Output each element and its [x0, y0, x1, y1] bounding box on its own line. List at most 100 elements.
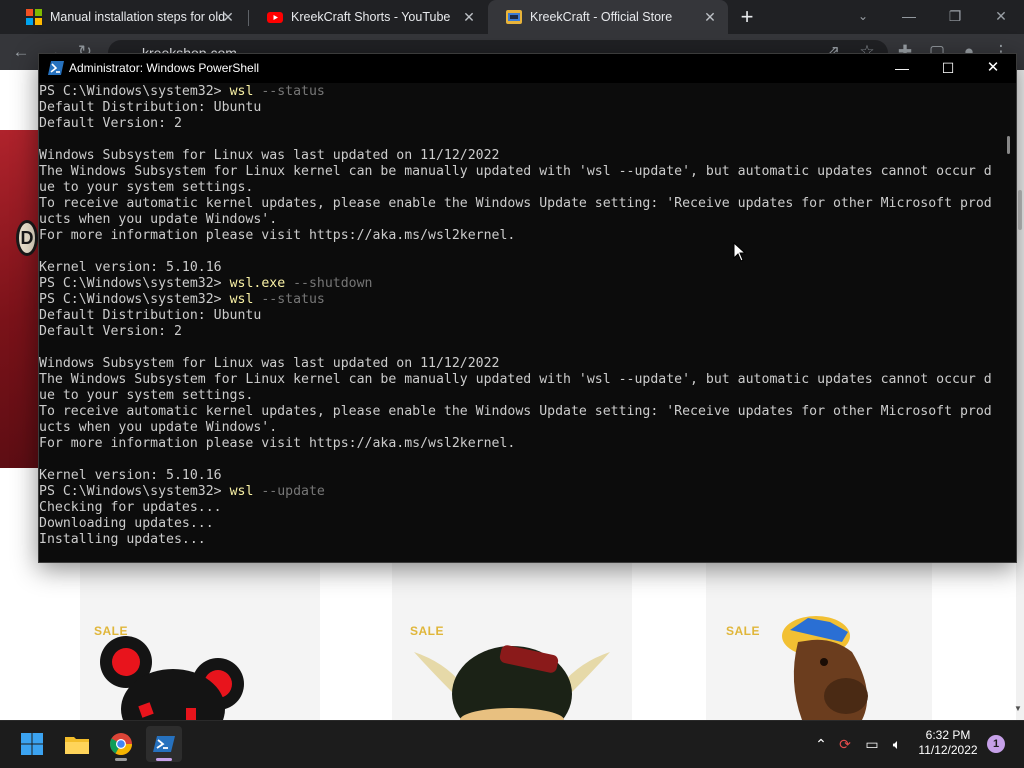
close-window-icon[interactable]: ✕: [970, 54, 1016, 83]
powershell-window-title: Administrator: Windows PowerShell: [69, 61, 260, 75]
terminal-line: ue to your system settings.: [39, 180, 254, 195]
sale-badge: SALE: [410, 624, 445, 638]
minimize-icon[interactable]: —: [879, 54, 925, 83]
product-grid: [0, 562, 1016, 720]
terminal-line: Kernel version: 5.10.16: [39, 260, 222, 275]
hat-viking-beanie-image: [414, 645, 610, 720]
terminal-command: wsl: [229, 484, 254, 499]
horse-mask-image: [782, 616, 868, 720]
mouse-cursor-icon: [733, 242, 747, 262]
terminal-line: PS C:\Windows\system32> wsl --status: [39, 292, 992, 308]
terminal-prompt: PS C:\Windows\system32>: [39, 484, 230, 499]
terminal-line: ucts when you update Windows'.: [39, 212, 278, 227]
powershell-taskbar-button[interactable]: [146, 726, 182, 762]
terminal-line: Checking for updates...: [39, 500, 222, 515]
minimize-icon[interactable]: —: [886, 0, 932, 34]
file-explorer-icon: [65, 737, 89, 754]
terminal-line: To receive automatic kernel updates, ple…: [39, 404, 992, 419]
tab-youtube[interactable]: KreekCraft Shorts - YouTube ✕: [249, 0, 487, 34]
terminal-line: Downloading updates...: [39, 516, 214, 531]
powershell-icon: [48, 61, 64, 75]
terminal-prompt: PS C:\Windows\system32>: [39, 276, 230, 291]
back-icon[interactable]: ←: [10, 41, 32, 63]
terminal-prompt: PS C:\Windows\system32>: [39, 84, 230, 99]
terminal-line: PS C:\Windows\system32> wsl.exe --shutdo…: [39, 276, 992, 292]
restore-icon[interactable]: ❐: [932, 0, 978, 34]
chrome-running-indicator: [115, 758, 127, 761]
product-card[interactable]: [706, 562, 932, 720]
terminal-line: Windows Subsystem for Linux was last upd…: [39, 148, 500, 163]
page-scrollbar-thumb[interactable]: [1018, 190, 1022, 230]
sync-icon[interactable]: ⟳: [835, 734, 855, 754]
start-button[interactable]: [14, 726, 50, 762]
close-window-icon[interactable]: ✕: [978, 0, 1024, 34]
terminal-command: wsl: [229, 84, 254, 99]
powershell-window[interactable]: Administrator: Windows PowerShell — ☐ ✕ …: [38, 53, 1017, 563]
network-icon[interactable]: ▭: [862, 734, 882, 754]
store-logo: D: [16, 220, 38, 256]
terminal-argument: --shutdown: [285, 276, 373, 291]
terminal-scrollbar[interactable]: [1000, 83, 1016, 562]
powershell-title-bar[interactable]: Administrator: Windows PowerShell — ☐ ✕: [39, 54, 1016, 83]
close-tab-icon[interactable]: ✕: [461, 9, 477, 25]
terminal-line: Default Version: 2: [39, 116, 182, 131]
terminal-line: Default Distribution: Ubuntu: [39, 308, 262, 323]
clock-time: 6:32 PM: [925, 728, 971, 742]
kreekcraft-icon: [506, 9, 522, 25]
youtube-icon: [267, 9, 283, 25]
terminal-command: wsl: [229, 292, 254, 307]
tab-label: Manual installation steps for olde: [50, 10, 225, 24]
chevron-up-icon[interactable]: ⌃: [811, 734, 831, 754]
terminal-line: Default Distribution: Ubuntu: [39, 100, 262, 115]
file-explorer-button[interactable]: [59, 726, 95, 762]
terminal-line: The Windows Subsystem for Linux kernel c…: [39, 372, 992, 387]
terminal-argument: --status: [253, 292, 325, 307]
tab-label: KreekCraft Shorts - YouTube: [291, 10, 451, 24]
tab-manual-installation[interactable]: Manual installation steps for olde ✕: [8, 0, 246, 34]
chrome-button[interactable]: [103, 726, 139, 762]
terminal-scrollbar-thumb[interactable]: [1007, 136, 1010, 154]
store-hero-banner: [0, 130, 40, 468]
close-tab-icon[interactable]: ✕: [220, 9, 236, 25]
tab-kreekcraft-store[interactable]: KreekCraft - Official Store ✕: [488, 0, 728, 34]
terminal-output[interactable]: PS C:\Windows\system32> wsl --status Defa…: [39, 83, 1000, 562]
terminal-line: PS C:\Windows\system32> wsl --update: [39, 484, 992, 500]
tab-label: KreekCraft - Official Store: [530, 10, 673, 24]
taskbar-clock[interactable]: 6:32 PM 11/12/2022: [912, 728, 984, 758]
microsoft-icon: [26, 9, 42, 25]
terminal-line: ue to your system settings.: [39, 388, 254, 403]
terminal-line: For more information please visit https:…: [39, 228, 516, 243]
product-card[interactable]: [80, 562, 320, 720]
new-tab-icon[interactable]: +: [736, 6, 758, 28]
terminal-line: ucts when you update Windows'.: [39, 420, 278, 435]
notification-badge[interactable]: 1: [987, 735, 1005, 753]
powershell-icon: [153, 736, 175, 752]
terminal-command: wsl.exe: [229, 276, 286, 291]
terminal-line: For more information please visit https:…: [39, 436, 516, 451]
terminal-line: Installing updates...: [39, 532, 206, 547]
terminal-text: PS C:\Windows\system32> wsl --status Defa…: [39, 84, 992, 548]
maximize-icon[interactable]: ☐: [925, 54, 971, 83]
chrome-icon: [110, 733, 132, 755]
hat-mouse-ears-image: [100, 636, 244, 720]
close-tab-icon[interactable]: ✕: [702, 9, 718, 25]
page-scrollbar[interactable]: [1016, 70, 1024, 720]
powershell-active-indicator: [156, 758, 172, 761]
sale-badge: SALE: [94, 624, 129, 638]
tab-search-icon[interactable]: ⌄: [840, 0, 886, 34]
clock-date: 11/12/2022: [918, 743, 978, 757]
terminal-line: PS C:\Windows\system32> wsl --status: [39, 84, 992, 100]
terminal-line: Windows Subsystem for Linux was last upd…: [39, 356, 500, 371]
windows-start-icon: [21, 733, 43, 755]
terminal-line: Default Version: 2: [39, 324, 182, 339]
scroll-down-arrow-icon[interactable]: ▼: [1012, 704, 1024, 716]
terminal-line: The Windows Subsystem for Linux kernel c…: [39, 164, 992, 179]
product-card[interactable]: [392, 562, 632, 720]
volume-icon[interactable]: 🔈︎: [887, 734, 907, 754]
terminal-line: Kernel version: 5.10.16: [39, 468, 222, 483]
terminal-argument: --status: [253, 84, 325, 99]
